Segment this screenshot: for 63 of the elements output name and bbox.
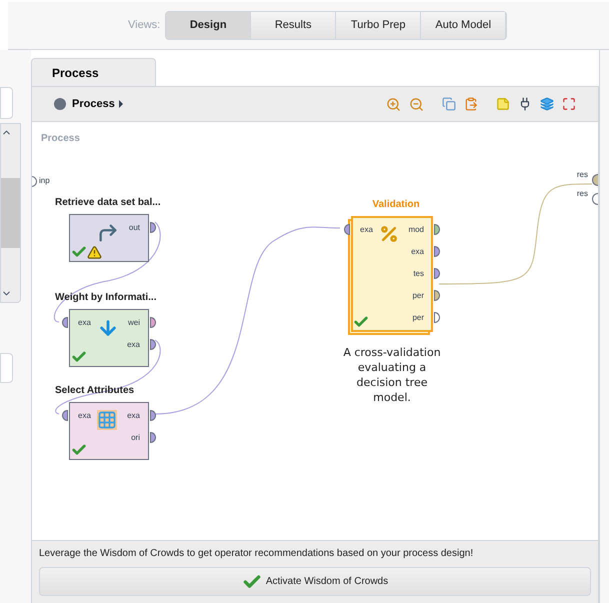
port[interactable] — [150, 339, 156, 350]
breadcrumb-arrow-icon[interactable] — [118, 100, 123, 108]
port-label: res — [576, 171, 588, 179]
port-label: wei — [128, 318, 140, 326]
port[interactable] — [344, 224, 350, 235]
port[interactable] — [434, 290, 440, 301]
plug-icon[interactable] — [518, 97, 532, 111]
port-label: mod — [408, 226, 424, 234]
fit-icon[interactable] — [562, 97, 576, 111]
port[interactable] — [150, 432, 156, 443]
port-label: ori — [131, 434, 140, 442]
port-label: per — [412, 292, 424, 300]
port-label: inp — [39, 175, 50, 187]
view-tab[interactable]: Auto Model — [421, 12, 506, 39]
port-label: exa — [78, 318, 91, 326]
port-label: exa — [411, 248, 424, 256]
port[interactable] — [592, 193, 598, 205]
zoom-out-icon[interactable] — [409, 96, 424, 112]
port-label: exa — [127, 340, 140, 348]
paste-icon[interactable] — [464, 97, 478, 111]
percent-icon — [379, 224, 399, 244]
port[interactable] — [434, 268, 440, 279]
activate-wisdom-button[interactable]: Activate Wisdom of Crowds — [39, 567, 591, 596]
port-label: tes — [413, 270, 424, 278]
port-label: out — [128, 224, 140, 232]
port[interactable] — [434, 246, 440, 257]
breadcrumb[interactable]: Process — [72, 96, 115, 112]
operator-box[interactable] — [69, 214, 149, 262]
port[interactable] — [150, 222, 156, 233]
port-label: res — [576, 190, 588, 198]
port[interactable] — [150, 410, 156, 421]
port[interactable] — [150, 317, 156, 328]
copy-icon[interactable] — [442, 97, 456, 111]
port[interactable] — [62, 317, 68, 328]
zoom-in-icon[interactable] — [386, 96, 401, 112]
operator-box[interactable] — [69, 402, 149, 460]
port-label: exa — [127, 412, 140, 420]
port[interactable] — [592, 174, 598, 186]
process-tab[interactable]: Process — [31, 58, 156, 86]
operator-title: Validation — [371, 200, 421, 210]
operator-note: A cross-validation evaluating a decision tree model. — [342, 345, 442, 405]
operator-title: Weight by Informati... — [55, 293, 158, 303]
views-label: Views: — [128, 18, 160, 34]
port-label: exa — [360, 226, 373, 234]
port[interactable] — [434, 312, 440, 323]
layers-icon[interactable] — [540, 97, 554, 111]
table-icon — [97, 410, 117, 430]
operator-title: Retrieve data set bal... — [55, 198, 162, 208]
port[interactable] — [62, 410, 68, 421]
view-tab[interactable]: Turbo Prep — [336, 12, 422, 39]
scroll-thumb[interactable] — [1, 178, 20, 248]
scrollbar[interactable] — [0, 123, 21, 303]
process-icon — [54, 98, 66, 110]
view-tab[interactable]: Design — [166, 12, 252, 39]
view-tab[interactable]: Results — [251, 12, 336, 39]
port-label: per — [412, 314, 424, 322]
wisdom-message: Leverage the Wisdom of Crowds to get operator recommendations based on your process design! — [39, 547, 474, 561]
port-label: exa — [78, 412, 91, 420]
canvas-label: Process — [41, 132, 80, 146]
port[interactable] — [434, 224, 440, 235]
arrow-icon — [97, 222, 119, 244]
operator-title: Select Attributes — [55, 386, 136, 396]
operator-box[interactable] — [69, 309, 149, 367]
